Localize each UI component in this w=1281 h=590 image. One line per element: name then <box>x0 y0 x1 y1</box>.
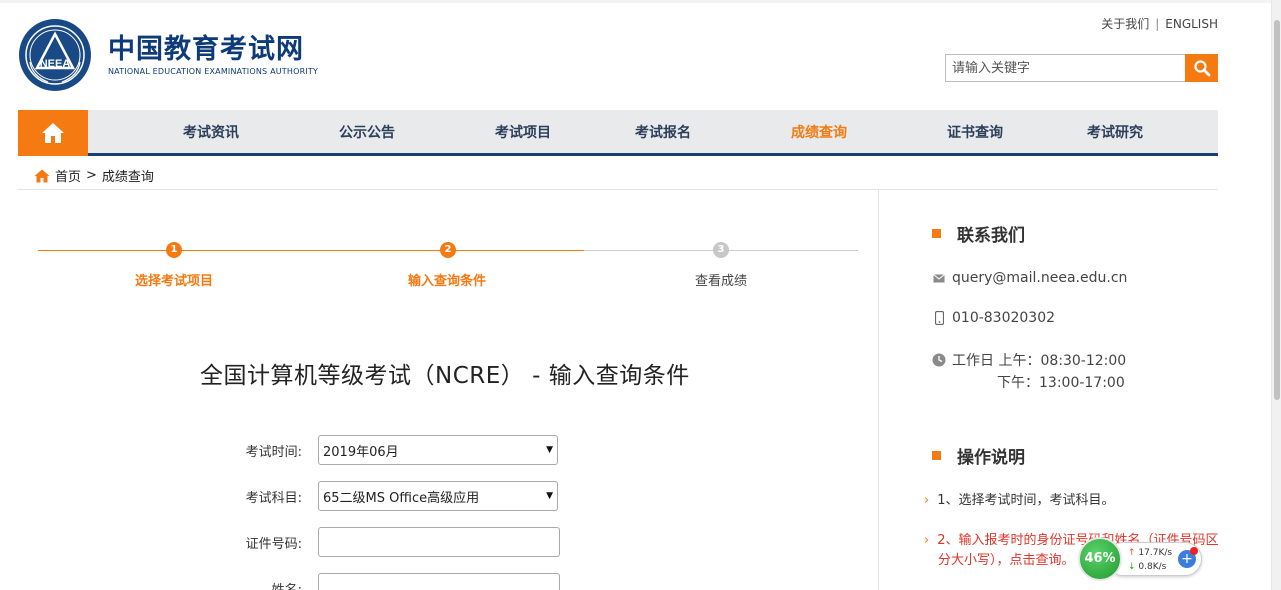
clock-icon <box>932 353 946 367</box>
id-number-label: 证件号码: <box>245 536 302 552</box>
subject-select[interactable]: 65二级MS Office高级应用 ▼ <box>318 481 558 511</box>
arrow-up-icon: ↑ <box>1128 548 1136 558</box>
search-button[interactable] <box>1185 54 1218 82</box>
top-border <box>0 0 1281 3</box>
contact-hours-line2: 下午：13:00-17:00 <box>997 375 1125 391</box>
about-link[interactable]: 关于我们 <box>1101 17 1149 31</box>
contact-hours-line1: 工作日 上午：08:30-12:00 <box>952 353 1127 369</box>
nav-home-button[interactable] <box>18 110 88 156</box>
nav-item-exam-news[interactable]: 考试资讯 <box>183 110 239 156</box>
nav-item-announcements[interactable]: 公示公告 <box>339 110 395 156</box>
page-title: 全国计算机等级考试（NCRE） - 输入查询条件 <box>200 363 690 389</box>
arrow-down-icon: ↓ <box>1128 562 1136 572</box>
english-link[interactable]: ENGLISH <box>1165 17 1218 31</box>
nav-item-certificate-query[interactable]: 证书查询 <box>947 110 1003 156</box>
search-input[interactable] <box>945 54 1185 82</box>
breadcrumb: 首页 > 成绩查询 <box>34 166 154 185</box>
scrollbar-thumb[interactable] <box>1274 20 1280 400</box>
exam-time-label: 考试时间: <box>245 444 302 460</box>
nav-item-registration[interactable]: 考试报名 <box>635 110 691 156</box>
name-input[interactable] <box>318 573 560 590</box>
upload-speed-value: 17.7K/s <box>1138 548 1173 558</box>
home-icon <box>42 123 64 143</box>
nav-item-score-query[interactable]: 成绩查询 <box>791 110 847 156</box>
heading-marker-icon <box>932 229 941 238</box>
breadcrumb-separator: > <box>86 168 97 183</box>
main-nav: 考试资讯 公示公告 考试项目 考试报名 成绩查询 证书查询 考试研究 <box>18 110 1218 156</box>
neea-emblem-icon: NEEA <box>19 19 91 91</box>
exam-time-select[interactable]: 2019年06月 ▼ <box>318 435 558 465</box>
subject-label: 考试科目: <box>245 490 302 506</box>
breadcrumb-home-link[interactable]: 首页 <box>55 166 81 185</box>
speed-percent: 46% <box>1078 537 1122 581</box>
step-2-marker: 2 <box>440 242 456 258</box>
chevron-right-icon: › <box>924 533 930 548</box>
step-2-label: 输入查询条件 <box>407 274 486 289</box>
id-number-row: 证件号码: <box>200 527 560 557</box>
contact-heading: 联系我们 <box>932 221 1025 246</box>
breadcrumb-current: 成绩查询 <box>101 170 154 185</box>
contact-hours-row-2: 下午：13:00-17:00 <box>997 372 1125 392</box>
phone-icon <box>932 311 946 325</box>
ops-heading: 操作说明 <box>932 443 1025 468</box>
name-label: 姓名: <box>271 582 302 590</box>
search-bar <box>945 54 1218 82</box>
step-1-label[interactable]: 选择考试项目 <box>94 270 254 289</box>
steps-progress-line <box>38 250 584 251</box>
network-speed-widget[interactable]: 46% ↑ 17.7K/s ↓ 0.8K/s + <box>1078 537 1202 581</box>
divider <box>18 189 1218 190</box>
logo-title: 中国教育考试网 <box>108 33 304 65</box>
emblem-text: NEEA <box>40 58 71 70</box>
search-icon <box>1193 60 1210 77</box>
step-1-marker: 1 <box>166 242 182 258</box>
heading-marker-icon <box>932 451 941 460</box>
ops-step-1-text: 1、选择考试时间，考试科目。 <box>937 493 1115 508</box>
nav-item-exam-research[interactable]: 考试研究 <box>1087 110 1143 156</box>
contact-email-row: query@mail.neea.edu.cn <box>932 270 1127 286</box>
contact-email[interactable]: query@mail.neea.edu.cn <box>952 270 1127 286</box>
column-divider <box>878 190 879 590</box>
contact-phone-row: 010-83020302 <box>932 310 1055 326</box>
top-links-separator: | <box>1155 17 1160 31</box>
step-3-marker: 3 <box>713 242 729 258</box>
logo-text: 中国教育考试网 NATIONAL EDUCATION EXAMINATIONS … <box>108 33 319 76</box>
site-logo[interactable]: NEEA 中国教育考试网 NATIONAL EDUCATION EXAMINAT… <box>18 18 318 92</box>
logo-subtitle: NATIONAL EDUCATION EXAMINATIONS AUTHORIT… <box>108 66 319 76</box>
contact-heading-text: 联系我们 <box>957 226 1025 246</box>
top-links: 关于我们 | ENGLISH <box>1101 15 1218 32</box>
chevron-right-icon: › <box>924 493 930 508</box>
chevron-down-icon: ▼ <box>546 445 553 455</box>
contact-phone: 010-83020302 <box>952 310 1056 326</box>
subject-value: 65二级MS Office高级应用 <box>323 490 480 506</box>
id-number-input[interactable] <box>318 527 560 557</box>
download-speed: ↓ 0.8K/s <box>1128 562 1166 572</box>
exam-time-row: 考试时间: 2019年06月 ▼ <box>200 435 558 465</box>
scrollbar[interactable] <box>1271 0 1281 590</box>
upload-speed: ↑ 17.7K/s <box>1128 548 1172 558</box>
step-3-label: 查看成绩 <box>694 274 747 289</box>
nav-item-exam-projects[interactable]: 考试项目 <box>495 110 551 156</box>
notification-badge <box>1190 547 1198 555</box>
download-speed-value: 0.8K/s <box>1138 562 1167 572</box>
ops-step-1: › 1、选择考试时间，考试科目。 <box>924 491 1224 511</box>
exam-time-value: 2019年06月 <box>323 444 399 460</box>
subject-row: 考试科目: 65二级MS Office高级应用 ▼ <box>200 481 558 511</box>
contact-hours-row: 工作日 上午：08:30-12:00 <box>932 350 1126 370</box>
name-row: 姓名: <box>200 573 560 590</box>
breadcrumb-home-icon <box>34 169 50 182</box>
page: 关于我们 | ENGLISH NEEA 中国教育考试网 NATIONAL EDUCA… <box>0 0 1281 590</box>
chevron-down-icon: ▼ <box>546 491 553 501</box>
mail-icon <box>932 273 946 283</box>
ops-heading-text: 操作说明 <box>957 448 1025 468</box>
